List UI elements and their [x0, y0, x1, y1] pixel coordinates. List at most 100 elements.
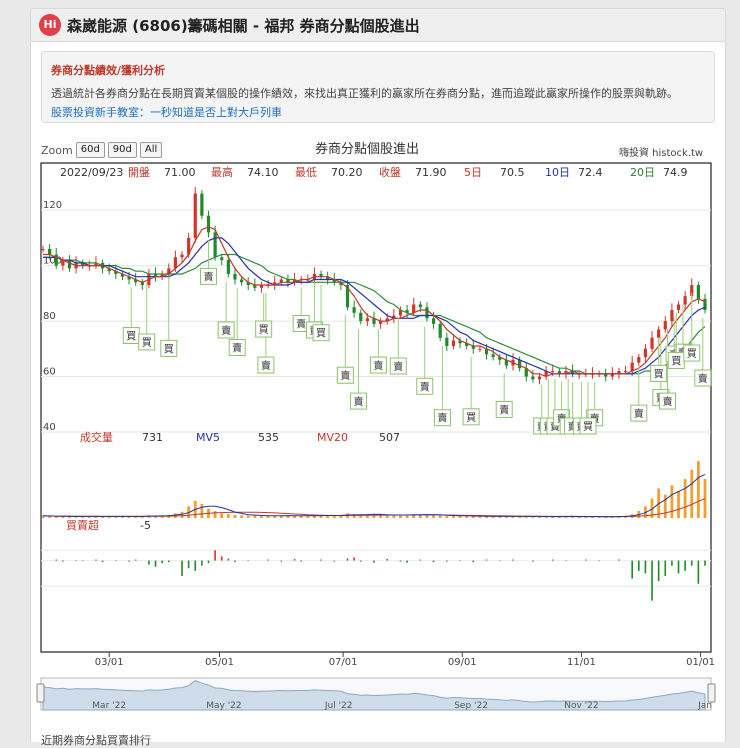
candle-body [412, 304, 416, 313]
net-buy-bar [399, 560, 402, 562]
ohlc-label: 10日 [545, 166, 570, 179]
buy-marker-label: 買 [316, 328, 326, 340]
volume-label: 成交量 [80, 430, 113, 444]
volume-bar [445, 516, 449, 518]
buy-marker-label: 買 [671, 355, 681, 367]
buy-marker-label: 買 [259, 324, 269, 336]
sell-marker-label: 賣 [437, 412, 447, 425]
net-buy-bar [353, 557, 355, 561]
volume-bar [200, 504, 204, 518]
candle-body [531, 376, 535, 380]
net-buy-bar [677, 560, 680, 574]
net-buy-bar [181, 560, 183, 576]
net-buy-bar [134, 559, 137, 561]
net-buy-bar [201, 560, 203, 566]
candle-body [41, 249, 45, 250]
net-buy-value: -5 [140, 519, 151, 532]
candle-body [206, 215, 211, 233]
net-buy-bar [293, 559, 296, 561]
volume-bar [677, 490, 680, 518]
net-buy-bar [214, 550, 216, 561]
net-buy-bar [194, 560, 197, 571]
ohlc-label: 20日 [630, 166, 655, 179]
sell-marker-label: 賣 [662, 395, 672, 408]
ohlc-value: 74.10 [247, 166, 279, 179]
candle-body [200, 193, 204, 216]
net-buy-bar [234, 560, 236, 563]
net-buy-bar [115, 560, 117, 561]
sell-marker-label: 賣 [261, 359, 271, 372]
candle-body [438, 323, 442, 338]
net-buy-bar [551, 559, 554, 561]
candle-body [537, 376, 542, 380]
volume-bar [696, 461, 700, 518]
net-buy-bar [62, 560, 64, 562]
net-buy-bar [485, 559, 488, 561]
volume-value: 731 [142, 431, 163, 444]
net-buy-bar [148, 560, 150, 565]
volume-bar [253, 515, 257, 518]
candle-body [220, 257, 224, 261]
net-buy-bar [161, 560, 163, 564]
buy-marker-label: 買 [583, 421, 593, 433]
net-buy-bar [95, 559, 97, 561]
net-buy-bar [690, 560, 693, 566]
ohlc-label: 開盤 [128, 166, 150, 179]
candle-body [663, 321, 667, 330]
buy-marker-label: 買 [687, 348, 697, 360]
sell-marker-label: 賣 [221, 324, 231, 337]
net-buy-bar [154, 560, 157, 567]
net-buy-bar [55, 559, 58, 561]
net-buy-bar [532, 560, 534, 562]
net-buy-bar [657, 560, 660, 582]
volume-value: 535 [258, 431, 279, 444]
volume-bar [432, 515, 435, 518]
net-buy-bar [220, 556, 223, 561]
candle-body [637, 357, 641, 363]
sell-marker-label: 賣 [499, 403, 509, 416]
sell-marker-label: 賣 [393, 360, 403, 373]
candle-body [213, 232, 217, 258]
net-buy-bar [81, 560, 84, 562]
net-buy-bar [101, 560, 104, 563]
net-buy-bar [446, 560, 448, 562]
net-buy-bar [671, 560, 673, 566]
net-buy-bar [432, 560, 435, 563]
volume-bar [531, 516, 535, 518]
stock-chart: 4060801001202022/09/23 開盤 71.00 最高 74.10 最低 70… [36, 162, 716, 711]
buy-marker-label: 買 [142, 337, 152, 349]
volume-bar [683, 479, 687, 518]
ohlc-value: 70.5 [500, 166, 525, 179]
net-buy-bar [704, 560, 706, 566]
sell-marker-label: 賣 [420, 380, 430, 393]
volume-bar [385, 515, 389, 518]
net-buy-bar [638, 560, 640, 571]
sell-marker-label: 賣 [634, 407, 644, 420]
price-axis-tick: 40 [43, 422, 56, 433]
x-axis-tick-label: 03/01 [95, 657, 124, 668]
buy-marker-label: 買 [466, 412, 476, 424]
net-buy-bar [406, 560, 408, 563]
sell-marker-label: 賣 [340, 369, 350, 382]
buy-marker-label: 買 [654, 368, 664, 380]
net-buy-bar [598, 560, 600, 562]
net-buy-bar [585, 559, 587, 561]
candle-body [193, 193, 197, 238]
net-buy-bar [359, 560, 362, 562]
net-buy-bar [247, 560, 250, 561]
navigator-label: Jul '22 [324, 701, 353, 711]
candle-body [359, 312, 363, 322]
net-buy-bar [300, 560, 302, 562]
sell-marker-label: 賣 [354, 395, 364, 408]
volume-bar [220, 513, 224, 518]
ohlc-label: 收盤 [379, 165, 401, 179]
candle-body [233, 273, 237, 280]
navigator-label: Mar '22 [92, 701, 126, 711]
volume-bar [670, 485, 674, 518]
candle-body [418, 304, 422, 308]
candle-body [226, 260, 230, 274]
candle-body [696, 285, 700, 299]
volume-bar [332, 515, 336, 518]
candle-body [240, 279, 244, 283]
net-buy-bar [373, 560, 375, 563]
